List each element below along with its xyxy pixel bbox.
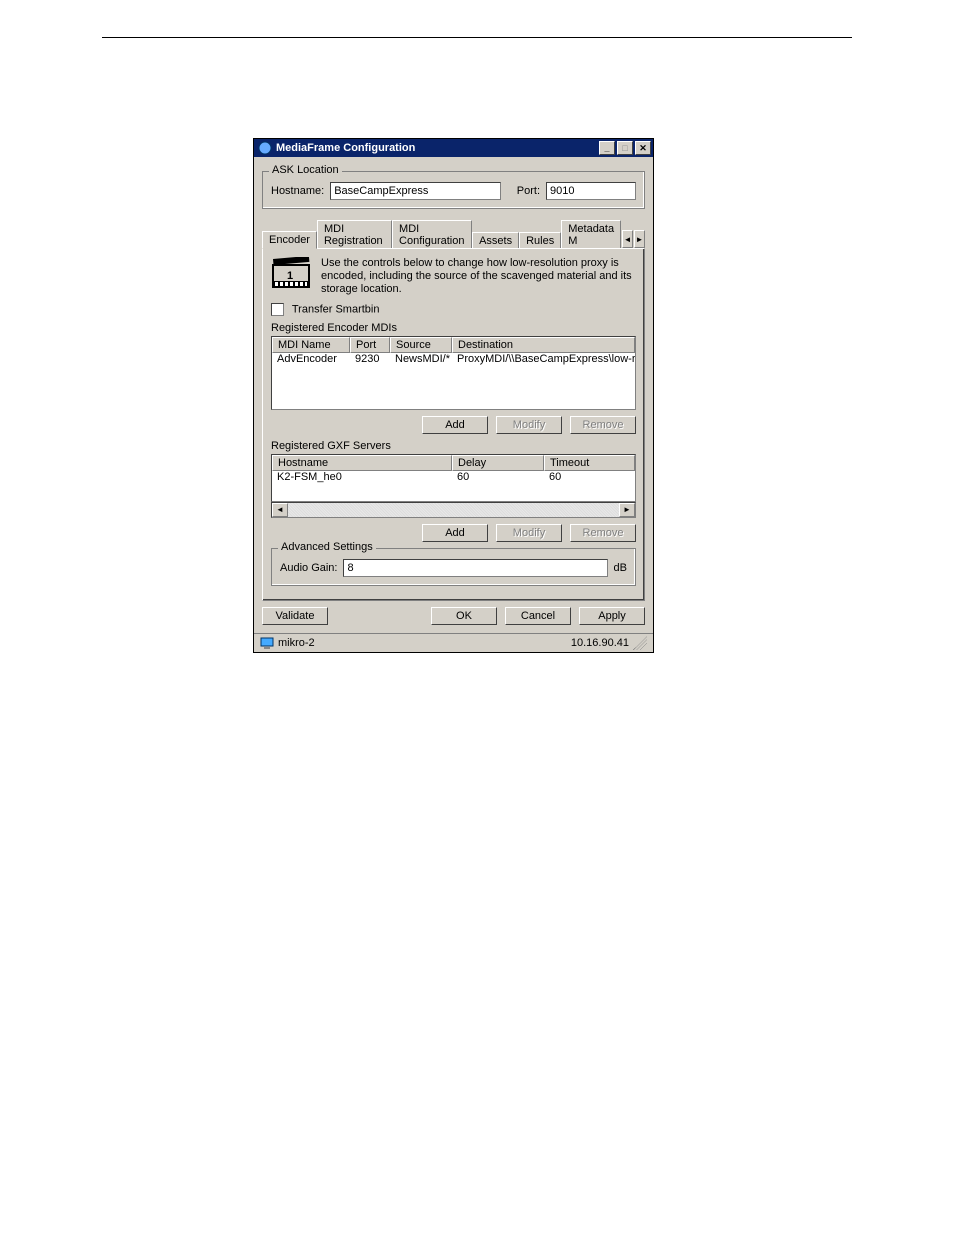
tab-rules[interactable]: Rules xyxy=(519,232,561,249)
col-mdi-name[interactable]: MDI Name xyxy=(272,337,350,353)
tab-strip: Encoder MDI Registration MDI Configurati… xyxy=(262,219,645,248)
encoder-tab-panel: 1 Use the controls below to change how l… xyxy=(262,248,645,601)
encoder-mdi-table[interactable]: MDI Name Port Source Destination AdvEnco… xyxy=(271,336,636,410)
col-hostname[interactable]: Hostname xyxy=(272,455,452,471)
tab-mdi-registration[interactable]: MDI Registration xyxy=(317,220,392,249)
validate-button[interactable]: Validate xyxy=(262,607,328,625)
gxf-add-button[interactable]: Add xyxy=(422,524,488,542)
table-row[interactable]: K2-FSM_he0 60 60 xyxy=(272,471,635,483)
col-delay[interactable]: Delay xyxy=(452,455,544,471)
film-icon: 1 xyxy=(271,257,311,291)
tab-scroll-right[interactable]: ► xyxy=(634,230,645,248)
close-button[interactable]: ✕ xyxy=(635,141,651,155)
hostname-label: Hostname: xyxy=(271,185,324,197)
col-destination[interactable]: Destination xyxy=(452,337,635,353)
tab-scroll-left[interactable]: ◄ xyxy=(622,230,633,248)
registered-encoder-mdis-label: Registered Encoder MDIs xyxy=(271,322,636,334)
ask-location-legend: ASK Location xyxy=(269,164,342,176)
gxf-scrollbar[interactable]: ◄ ► xyxy=(271,502,636,518)
mediaframe-config-window: MediaFrame Configuration _ □ ✕ ASK Locat… xyxy=(253,138,654,653)
advanced-settings-legend: Advanced Settings xyxy=(278,541,376,553)
cancel-button[interactable]: Cancel xyxy=(505,607,571,625)
transfer-smartbin-checkbox[interactable] xyxy=(271,303,284,316)
tab-assets[interactable]: Assets xyxy=(472,232,519,249)
cell-source: NewsMDI/* xyxy=(390,353,452,365)
cell-port: 9230 xyxy=(350,353,390,365)
gxf-server-table[interactable]: Hostname Delay Timeout K2-FSM_he0 60 60 xyxy=(271,454,636,502)
cell-destination: ProxyMDI/\\BaseCampExpress\low-res xyxy=(452,353,635,365)
gxf-modify-button[interactable]: Modify xyxy=(496,524,562,542)
status-host: mikro-2 xyxy=(278,637,315,649)
app-icon xyxy=(258,141,272,155)
status-bar: mikro-2 10.16.90.41 xyxy=(254,633,653,652)
hostname-input[interactable] xyxy=(330,182,501,200)
transfer-smartbin-row: Transfer Smartbin xyxy=(271,303,636,316)
port-input[interactable] xyxy=(546,182,636,200)
audio-gain-unit: dB xyxy=(614,562,627,574)
titlebar[interactable]: MediaFrame Configuration _ □ ✕ xyxy=(254,139,653,157)
maximize-button[interactable]: □ xyxy=(617,141,633,155)
audio-gain-input[interactable] xyxy=(343,559,607,577)
scroll-right-button[interactable]: ► xyxy=(619,503,635,517)
col-port[interactable]: Port xyxy=(350,337,390,353)
table-row[interactable]: AdvEncoder 9230 NewsMDI/* ProxyMDI/\\Bas… xyxy=(272,353,635,365)
registered-gxf-servers-label: Registered GXF Servers xyxy=(271,440,636,452)
resize-grip-icon[interactable] xyxy=(633,636,647,650)
cell-mdi-name: AdvEncoder xyxy=(272,353,350,365)
transfer-smartbin-label: Transfer Smartbin xyxy=(292,303,380,315)
col-source[interactable]: Source xyxy=(390,337,452,353)
status-ip: 10.16.90.41 xyxy=(571,637,629,649)
mdi-modify-button[interactable]: Modify xyxy=(496,416,562,434)
mdi-remove-button[interactable]: Remove xyxy=(570,416,636,434)
computer-icon xyxy=(260,636,274,650)
audio-gain-label: Audio Gain: xyxy=(280,562,337,574)
window-title: MediaFrame Configuration xyxy=(276,142,597,154)
encoder-description: Use the controls below to change how low… xyxy=(321,257,636,297)
cell-hostname: K2-FSM_he0 xyxy=(272,471,452,483)
col-timeout[interactable]: Timeout xyxy=(544,455,635,471)
tab-encoder[interactable]: Encoder xyxy=(262,231,317,249)
ok-button[interactable]: OK xyxy=(431,607,497,625)
tab-metadata[interactable]: Metadata M xyxy=(561,220,621,249)
port-label: Port: xyxy=(517,185,540,197)
scroll-track[interactable] xyxy=(288,503,619,517)
minimize-button[interactable]: _ xyxy=(599,141,615,155)
svg-text:1: 1 xyxy=(287,270,293,282)
cell-timeout: 60 xyxy=(544,471,635,483)
cell-delay: 60 xyxy=(452,471,544,483)
advanced-settings-group: Advanced Settings Audio Gain: dB xyxy=(271,548,636,586)
apply-button[interactable]: Apply xyxy=(579,607,645,625)
mdi-add-button[interactable]: Add xyxy=(422,416,488,434)
scroll-left-button[interactable]: ◄ xyxy=(272,503,288,517)
ask-location-group: ASK Location Hostname: Port: xyxy=(262,171,645,209)
tab-mdi-configuration[interactable]: MDI Configuration xyxy=(392,220,472,249)
gxf-remove-button[interactable]: Remove xyxy=(570,524,636,542)
page-divider xyxy=(102,37,852,38)
